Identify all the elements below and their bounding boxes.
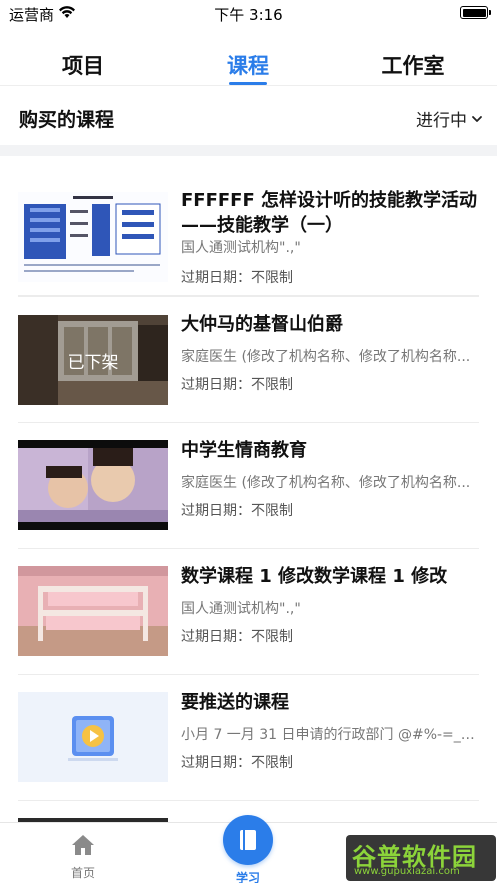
divider xyxy=(18,800,479,801)
course-organization: 家庭医生 (修改了机构名称、修改了机构名称... xyxy=(181,349,471,365)
section-header: 购买的课程 进行中 xyxy=(0,87,497,145)
tab-courses[interactable]: 课程 xyxy=(198,50,298,80)
course-item[interactable]: 已下架 大仲马的基督山伯爵 家庭医生 (修改了机构名称、修改了机构名称... 过… xyxy=(0,296,497,422)
course-thumbnail: 已下架 xyxy=(18,315,168,405)
book-icon xyxy=(240,830,256,850)
course-item[interactable]: 中学生情商教育 家庭医生 (修改了机构名称、修改了机构名称... 过期日期：不限… xyxy=(0,422,497,548)
status-filter-label: 进行中 xyxy=(416,111,467,131)
active-tab-indicator xyxy=(229,82,267,85)
course-title: FFFFFF 怎样设计听的技能教学活动——技能教学（一） xyxy=(181,190,478,236)
tabbar-home-label: 首页 xyxy=(70,866,95,880)
divider xyxy=(18,422,479,423)
offline-badge: 已下架 xyxy=(18,315,168,405)
tabbar-home[interactable]: 首页 xyxy=(63,833,103,881)
top-tabs: 项目 课程 工作室 xyxy=(0,40,497,86)
divider xyxy=(18,674,479,675)
status-filter-dropdown[interactable]: 进行中 xyxy=(416,106,483,131)
course-thumbnail xyxy=(18,440,168,530)
tabbar-study-label: 学习 xyxy=(235,871,260,883)
course-organization: 家庭医生 (修改了机构名称、修改了机构名称... xyxy=(181,475,471,491)
course-item[interactable]: 要推送的课程 小月 7 一月 31 日申请的行政部门 @#%-=_~[];...… xyxy=(0,674,497,800)
course-expiry: 过期日期：不限制 xyxy=(181,755,293,771)
course-expiry: 过期日期：不限制 xyxy=(181,503,293,519)
tab-studio[interactable]: 工作室 xyxy=(363,50,463,80)
chevron-down-icon xyxy=(472,115,482,122)
course-organization: 小月 7 一月 31 日申请的行政部门 @#%-=_~[];... xyxy=(181,727,481,743)
course-title: 要推送的课程 xyxy=(181,692,289,713)
clock: 下午 3:16 xyxy=(214,6,283,24)
course-thumbnail xyxy=(18,566,168,656)
course-list: FFFFFF 怎样设计听的技能教学活动——技能教学（一） 国人通测试机构".,"… xyxy=(0,160,497,822)
study-button[interactable] xyxy=(223,815,273,865)
course-title: 数学课程 1 修改数学课程 1 修改 xyxy=(181,566,448,587)
divider xyxy=(18,548,479,549)
tabbar-study[interactable]: 学习 xyxy=(222,815,274,883)
home-icon xyxy=(72,835,94,855)
divider xyxy=(18,296,479,297)
tab-projects[interactable]: 项目 xyxy=(33,50,133,80)
watermark-logo: 谷普软件园 www.gupuxiazai.com xyxy=(346,835,496,881)
course-item[interactable]: FFFFFF 怎样设计听的技能教学活动——技能教学（一） 国人通测试机构".,"… xyxy=(0,160,497,286)
watermark-url: www.gupuxiazai.com xyxy=(354,866,460,877)
course-expiry: 过期日期：不限制 xyxy=(181,270,293,286)
course-title: 中学生情商教育 xyxy=(181,440,307,461)
section-spacer xyxy=(0,145,497,156)
status-bar: 运营商 下午 3:16 xyxy=(0,0,497,26)
course-thumbnail xyxy=(18,692,168,782)
battery-icon xyxy=(460,6,491,19)
course-title: 大仲马的基督山伯爵 xyxy=(181,314,343,335)
course-expiry: 过期日期：不限制 xyxy=(181,629,293,645)
course-organization: 国人通测试机构".," xyxy=(181,601,301,617)
course-thumbnail xyxy=(18,192,168,282)
section-title: 购买的课程 xyxy=(19,109,115,131)
course-organization: 国人通测试机构".," xyxy=(181,240,301,256)
course-expiry: 过期日期：不限制 xyxy=(181,377,293,393)
course-item[interactable]: 数学课程 1 修改数学课程 1 修改 国人通测试机构".," 过期日期：不限制 xyxy=(0,548,497,674)
